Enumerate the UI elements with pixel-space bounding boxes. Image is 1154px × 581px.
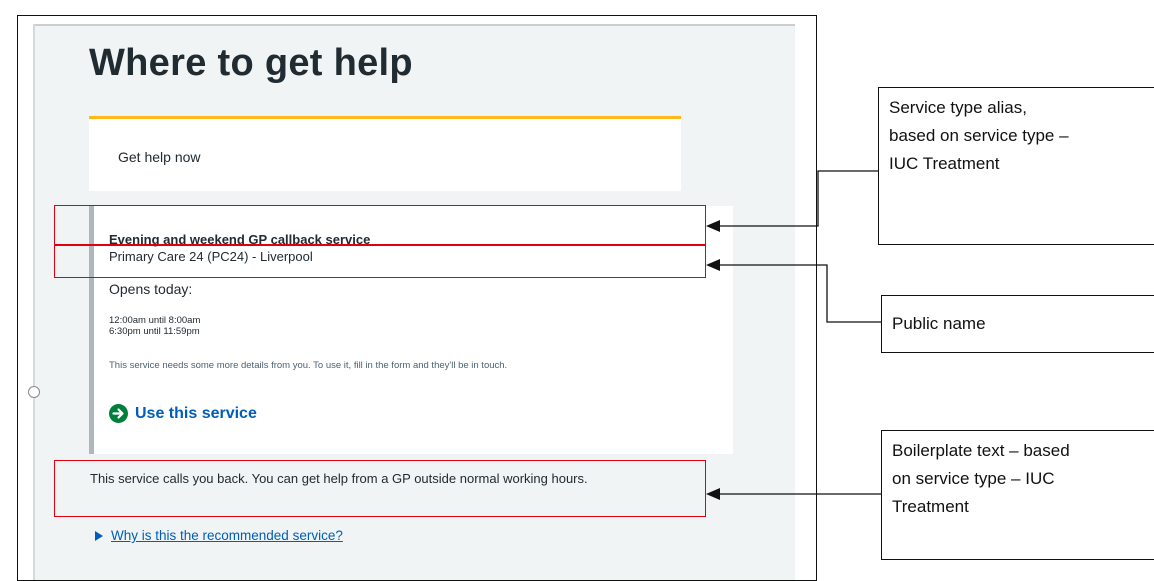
annotation-line: on service type – IUC: [892, 469, 1055, 488]
annotation-boilerplate: Boilerplate text – based on service type…: [881, 430, 1154, 560]
annotation-line: Public name: [892, 314, 986, 333]
annotation-service-type-alias: Service type alias, based on service typ…: [878, 87, 1154, 245]
annotation-public-name: Public name: [881, 295, 1154, 353]
arrowhead-icon: [706, 259, 720, 271]
annotation-line: Treatment: [892, 497, 969, 516]
arrowhead-icon: [706, 220, 720, 232]
annotation-line: based on service type –: [889, 126, 1069, 145]
arrowhead-icon: [706, 488, 720, 500]
annotation-line: Service type alias,: [889, 98, 1027, 117]
annotation-line: IUC Treatment: [889, 154, 1000, 173]
annotation-line: Boilerplate text – based: [892, 441, 1070, 460]
